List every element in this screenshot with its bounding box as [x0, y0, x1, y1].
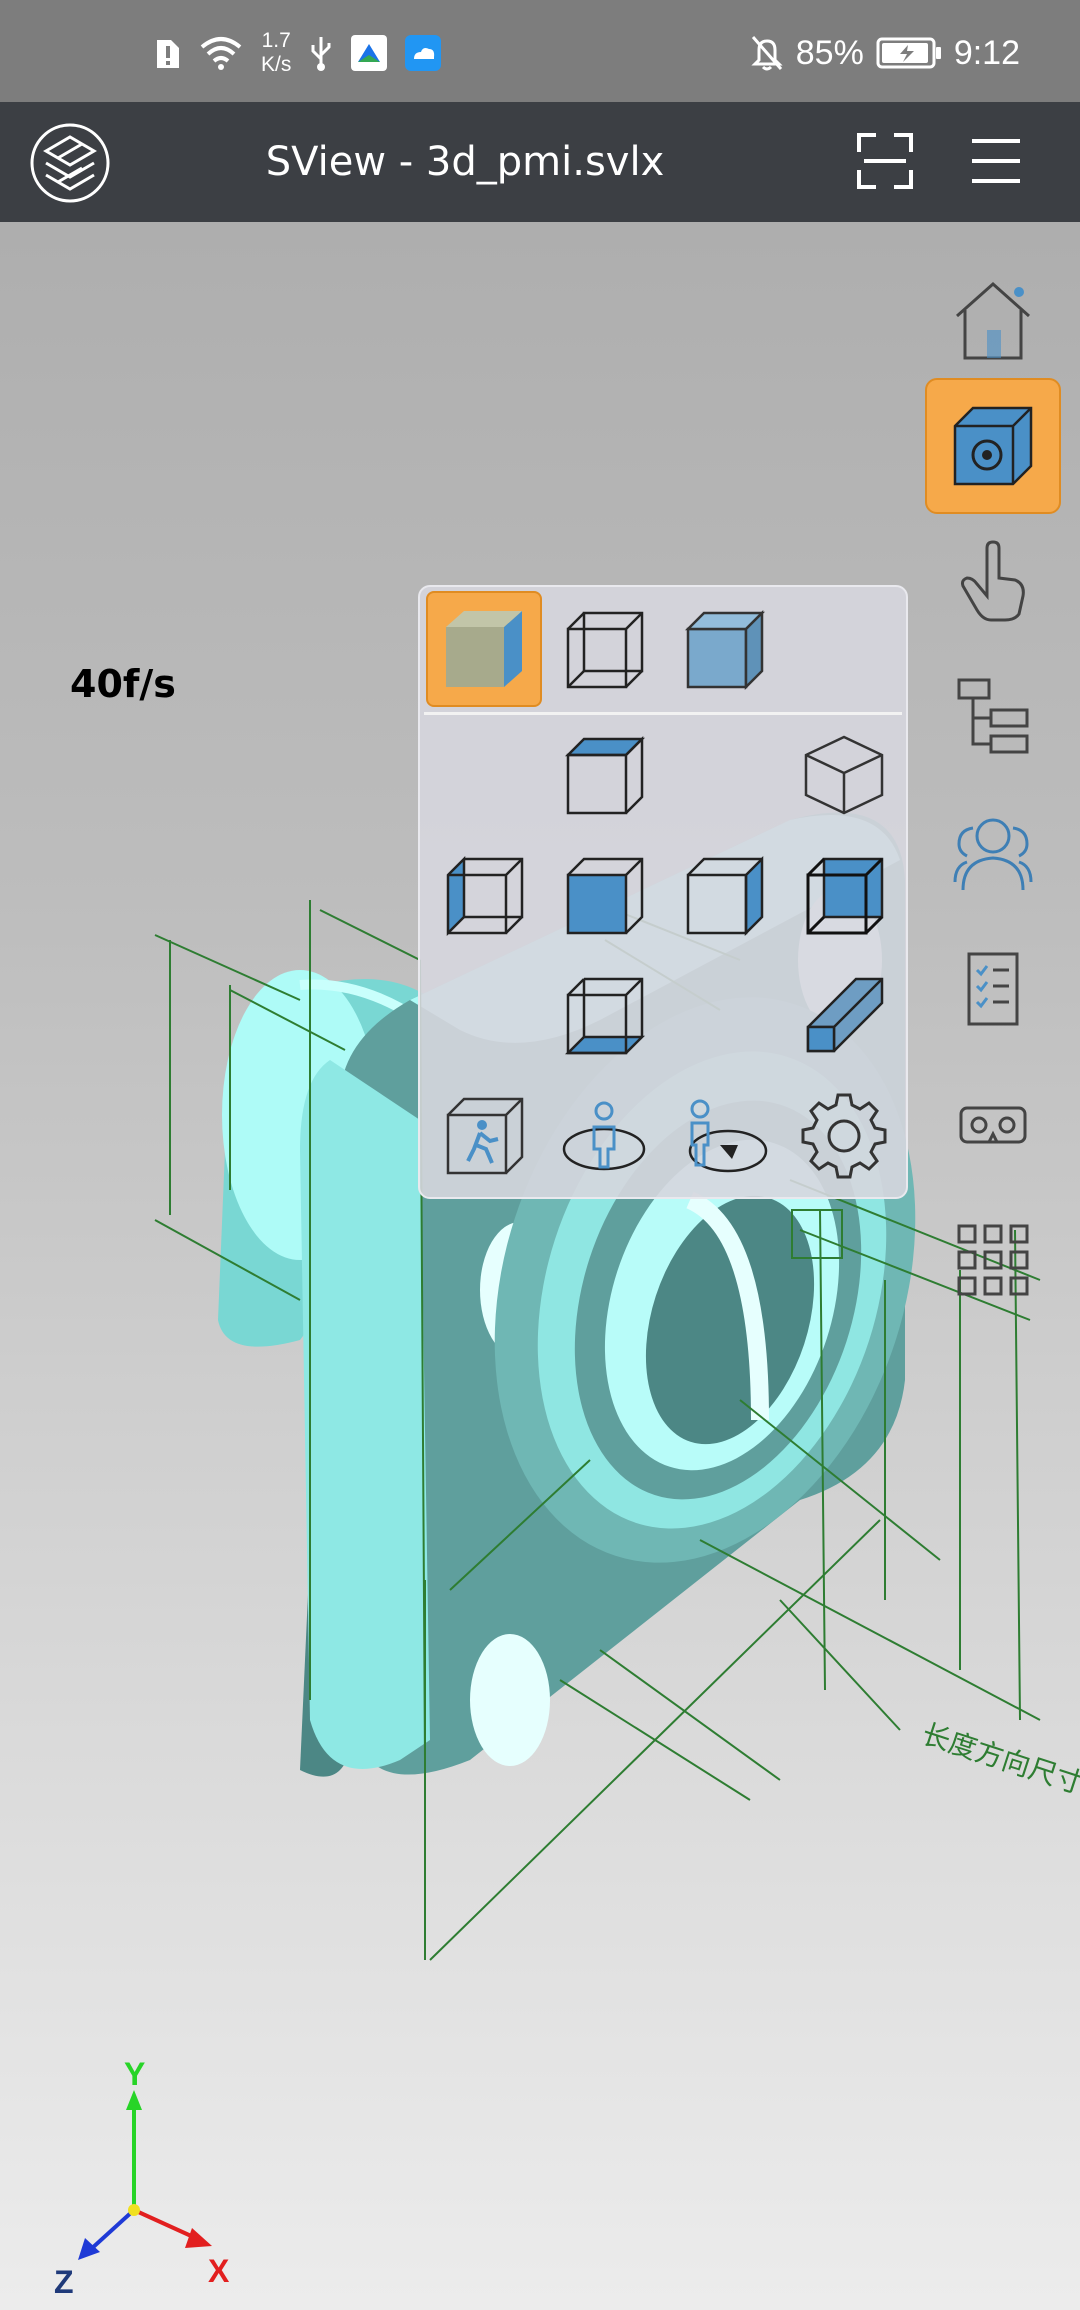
- orbit-person-arrow-button[interactable]: [666, 1077, 782, 1193]
- shaded-render-button[interactable]: [426, 591, 542, 707]
- axis-z-label: Z: [54, 2264, 74, 2300]
- apps-grid-button[interactable]: [925, 1192, 1061, 1328]
- usb-icon: [311, 37, 331, 71]
- view-settings-button[interactable]: [925, 378, 1061, 514]
- top-view-icon: [564, 735, 646, 815]
- annotation-label: 长度方向尺寸: [918, 1717, 1080, 1800]
- net-speed-unit: K/s: [261, 53, 292, 76]
- status-left: 1.7 K/s: [155, 29, 442, 77]
- weather-app-icon: [405, 35, 442, 71]
- shaded-render-icon: [446, 611, 522, 687]
- home-button[interactable]: [925, 252, 1061, 388]
- isometric-view-button[interactable]: [786, 717, 902, 833]
- wifi-icon: [200, 37, 242, 70]
- view-mode-panel: [418, 585, 908, 1199]
- front-view-icon: [566, 857, 644, 935]
- orbit-person-arrow-icon: [688, 1099, 768, 1173]
- users-button[interactable]: [925, 784, 1061, 920]
- wireframe-render-icon: [566, 611, 644, 689]
- fullscreen-icon[interactable]: [856, 132, 914, 190]
- section-view-button[interactable]: [786, 957, 902, 1073]
- left-view-button[interactable]: [426, 837, 542, 953]
- bottom-view-icon: [564, 977, 646, 1055]
- bottom-view-button[interactable]: [546, 957, 662, 1073]
- transparent-render-icon: [684, 609, 766, 691]
- panel-divider: [424, 712, 902, 715]
- checklist-button[interactable]: [925, 920, 1061, 1056]
- app-notification-icon: [351, 35, 388, 71]
- net-speed: 1.7 K/s: [261, 29, 291, 77]
- logo-icon[interactable]: [28, 121, 112, 205]
- status-right: 85% 9:12: [750, 30, 1020, 76]
- axis-x-label: X: [208, 2253, 230, 2289]
- front-view-button[interactable]: [546, 837, 662, 953]
- view-settings-icon: [953, 406, 1033, 486]
- app-bar: SView - 3d_pmi.svlx: [0, 102, 1080, 222]
- model-tree-button[interactable]: [925, 648, 1061, 784]
- axis-y-label: Y: [124, 2060, 145, 2092]
- back-view-icon: [806, 857, 884, 935]
- users-icon: [953, 818, 1033, 891]
- settings-gear-button[interactable]: [786, 1077, 902, 1193]
- wireframe-render-button[interactable]: [546, 591, 662, 707]
- battery-percent: 85%: [795, 33, 864, 72]
- left-view-icon: [446, 855, 524, 937]
- app-title: SView - 3d_pmi.svlx: [265, 139, 665, 185]
- gesture-icon: [961, 540, 1025, 622]
- menu-icon[interactable]: [970, 136, 1022, 186]
- back-view-button[interactable]: [786, 837, 902, 953]
- gesture-button[interactable]: [925, 512, 1061, 648]
- transparent-render-button[interactable]: [666, 591, 782, 707]
- clock: 9:12: [953, 33, 1020, 72]
- settings-gear-icon: [801, 1093, 887, 1179]
- walkthrough-icon: [446, 1097, 524, 1175]
- right-view-icon: [686, 855, 764, 937]
- 3d-viewport[interactable]: 长度方向尺寸 40f/s Y X Z: [0, 222, 1080, 2310]
- checklist-icon: [967, 952, 1019, 1026]
- section-view-icon: [806, 977, 884, 1053]
- walkthrough-button[interactable]: [426, 1077, 542, 1193]
- battery-charging-icon: [876, 37, 941, 69]
- fps-counter: 40f/s: [70, 662, 176, 706]
- home-icon: [956, 281, 1030, 360]
- isometric-view-icon: [804, 735, 884, 815]
- vr-icon: [959, 1106, 1027, 1144]
- status-bar: 1.7 K/s 85% 9:12: [0, 0, 1080, 102]
- net-speed-value: 1.7: [261, 29, 291, 52]
- mute-bell-icon: [751, 36, 783, 71]
- top-view-button[interactable]: [546, 717, 662, 833]
- vr-button[interactable]: [925, 1056, 1061, 1192]
- orbit-person-icon: [562, 1101, 646, 1171]
- orbit-person-button[interactable]: [546, 1077, 662, 1193]
- apps-grid-icon: [957, 1224, 1029, 1296]
- model-canvas[interactable]: 长度方向尺寸: [0, 222, 1080, 2310]
- sim-alert-icon: [157, 40, 179, 68]
- right-view-button[interactable]: [666, 837, 782, 953]
- model-tree-icon: [957, 678, 1029, 754]
- axis-triad: Y X Z: [54, 2060, 230, 2300]
